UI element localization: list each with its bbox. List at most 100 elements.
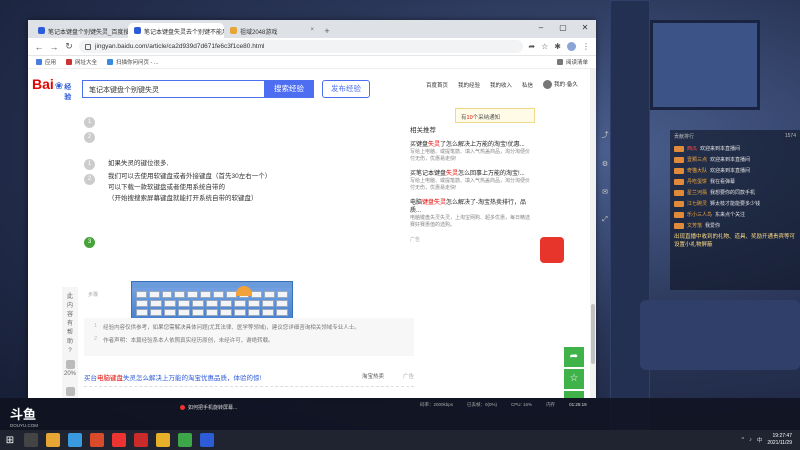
tray-chevron-icon[interactable]: ^ — [741, 437, 744, 443]
ad-source: 淘宝热卖 — [361, 374, 384, 380]
source-label: 步骤 — [88, 292, 99, 298]
step-text: 我们可以去使用软键盘或者外接键盘（首先30左右一个） — [108, 173, 272, 180]
star-icon[interactable]: ☆ — [541, 42, 548, 51]
favorite-star-icon[interactable]: ☆ — [564, 369, 584, 389]
sunset-graphic — [236, 286, 252, 296]
close-window-icon[interactable]: ✕ — [574, 20, 596, 36]
share-icon[interactable]: ⤴ — [598, 130, 612, 140]
red-envelope-icon[interactable] — [540, 237, 564, 263]
share-icon[interactable]: ➦ — [528, 42, 535, 51]
search-input[interactable]: 笔记本键盘个别键失灵 — [82, 80, 264, 98]
stream-footer: 斗鱼 DOUYU.COM — [0, 398, 800, 430]
related-item[interactable]: 电脑键盘失灵怎么解决了-淘宝热卖排行，品质... 电脑键盘失灵失灵，上淘宝网购、… — [410, 199, 530, 229]
wallpaper-window — [650, 20, 760, 110]
chat-message: 西瓜 欢迎来到本直播间 — [670, 143, 800, 154]
step-text: 如果失灵的键位很多, — [108, 160, 169, 167]
chat-message: 丹吃蛋饼 我在看弹幕 — [670, 176, 800, 187]
chrome-icon[interactable] — [68, 433, 82, 447]
clock[interactable]: 19:27:47 2021/11/29 — [767, 433, 792, 447]
address-bar[interactable]: jingyan.baidu.com/article/ca2d939d7d671f… — [79, 40, 524, 53]
bookmark-apps[interactable]: 应用 — [36, 58, 56, 66]
floating-actions: ➦ ☆ ︿ — [564, 347, 584, 398]
chat-message: 江七碗灵 狮太枝才能能要多少钱 — [670, 198, 800, 209]
baidu-jingyan-logo[interactable]: Bai ❀ 经验 — [32, 76, 74, 102]
user-menu[interactable]: 我的·备久 — [543, 80, 578, 90]
settings-icon[interactable]: ⚙ — [598, 160, 612, 168]
level-badge — [674, 178, 684, 185]
step-number: 1 — [84, 117, 95, 128]
share-arrow-icon[interactable]: ➦ — [564, 347, 584, 367]
netease-music-icon[interactable] — [134, 433, 148, 447]
key-row — [136, 309, 288, 316]
window-controls: – ▢ ✕ — [530, 20, 596, 36]
app-icon[interactable] — [90, 433, 104, 447]
tab-label: 笔记本键盘个别键失灵_百度搜索 — [48, 30, 128, 36]
chat-message: 星兰河翡 我想要你的同款手机 — [670, 187, 800, 198]
ad-label: 广告 — [402, 374, 414, 380]
profile-avatar[interactable] — [567, 42, 576, 51]
reading-list-icon — [556, 59, 563, 65]
search-button[interactable]: 搜索经验 — [264, 80, 314, 98]
reload-icon[interactable]: ↻ — [64, 41, 74, 52]
stream-notification[interactable]: 如何把手机旋转屏幕... — [180, 402, 280, 412]
reading-list[interactable]: 阅读清单 — [556, 58, 588, 66]
nav-my-income[interactable]: 我的收入 — [490, 81, 512, 89]
note-item: 1 经验内容仅供参考，如果您需解决具体问题(尤其法律、医学等领域)，建议您详细咨询… — [94, 323, 360, 331]
bookmark-hao[interactable]: 网址大全 — [66, 58, 97, 66]
windows-start-icon[interactable]: ⊞ — [0, 435, 20, 446]
tab-game[interactable]: 祖域2048游戏 × — [224, 23, 320, 38]
publish-button[interactable]: 发布经验 — [322, 80, 370, 98]
wechat-icon[interactable] — [178, 433, 192, 447]
key-row — [136, 291, 288, 298]
jingyan-page: Bai ❀ 经验 笔记本键盘个别键失灵 搜索经验 发布经验 百度首页 我的经验 我的… — [28, 69, 596, 398]
close-icon[interactable]: × — [310, 27, 314, 38]
article-content: 1 2 1 2 3 如果失灵的键位很多, 我们可以去使用软键盘或者外接键盘（首先… — [84, 117, 384, 347]
search-taskbar-icon[interactable] — [24, 433, 38, 447]
ime-indicator[interactable]: 中 — [757, 436, 763, 444]
level-badge — [674, 200, 684, 207]
chat-message: 文芳落 我爱你 — [670, 220, 800, 231]
avatar — [543, 80, 553, 90]
fullscreen-icon[interactable]: ⤢ — [598, 216, 612, 224]
stream-chat-panel: 贡献排行 1574 西瓜 欢迎来到本直播间 壹颗三点 欢迎来到本直播间 奇猫大队 欢迎… — [670, 130, 800, 290]
douyu-icon[interactable] — [112, 433, 126, 447]
nav-messages[interactable]: 私信 — [522, 81, 533, 89]
volume-icon[interactable]: ♪ — [749, 437, 752, 443]
bookmark-scan[interactable]: 扫描你问问页 - ... — [107, 58, 159, 66]
vote-count: 20% — [63, 371, 76, 377]
tab-search[interactable]: 笔记本键盘个别键失灵_百度搜索 × — [32, 23, 128, 38]
ad-link[interactable]: 买台电脑键盘失灵怎么解决上万能的淘宝优惠品质，体验的惊! 淘宝热卖 广告 — [84, 372, 414, 387]
bookmarks-bar: 应用 网址大全 扫描你问问页 - ... 阅读清单 — [28, 56, 596, 69]
app-icon[interactable] — [200, 433, 214, 447]
notification-popup[interactable]: 有10个采纳通知 — [455, 108, 535, 123]
nav-my-jingyan[interactable]: 我的经验 — [458, 81, 480, 89]
file-explorer-icon[interactable] — [46, 433, 60, 447]
step-number: 2 — [84, 132, 95, 143]
scrollbar-thumb[interactable] — [591, 304, 595, 364]
sidebar-ad-label: 广告 — [410, 237, 421, 243]
helpful-vote-panel: 此 内 容 有 帮 助 ? 20% — [62, 287, 78, 398]
new-tab-button[interactable]: + — [320, 26, 334, 38]
douyu-logo: 斗鱼 DOUYU.COM — [10, 407, 38, 428]
tab-article[interactable]: 笔记本键盘失灵去个别键不能用... × — [128, 23, 224, 38]
menu-icon[interactable]: ⋮ — [582, 42, 590, 51]
extensions-icon[interactable]: ✱ — [554, 42, 561, 51]
back-to-top-icon[interactable]: ︿ — [564, 391, 584, 398]
forward-icon[interactable]: → — [49, 42, 59, 52]
thumbs-up-icon[interactable] — [65, 360, 75, 369]
top-nav: 百度首页 我的经验 我的收入 私信 我的·备久 — [426, 80, 578, 90]
thumbs-down-icon[interactable] — [65, 387, 75, 396]
minimize-icon[interactable]: – — [530, 20, 552, 36]
browser-toolbar: ← → ↻ jingyan.baidu.com/article/ca2d939d… — [28, 38, 596, 56]
folder-icon[interactable] — [156, 433, 170, 447]
nav-baidu-home[interactable]: 百度首页 — [426, 81, 448, 89]
back-icon[interactable]: ← — [34, 42, 44, 52]
step-number-active: 3 — [84, 237, 95, 248]
maximize-icon[interactable]: ▢ — [552, 20, 574, 36]
level-badge — [674, 145, 684, 152]
url-text: jingyan.baidu.com/article/ca2d939d7d671f… — [95, 43, 265, 50]
chat-icon[interactable]: ✉ — [598, 188, 612, 196]
related-item[interactable]: 买笔记本键盘失灵怎么回事上万能的淘宝!... 写给上电脑、或提笔筋、填入气热盖商… — [410, 170, 530, 192]
related-item[interactable]: 买键盘失灵了怎么解决上万能的淘宝!优惠... 写给上电脑、或提笔筋、填入气热盖商… — [410, 141, 530, 163]
page-scrollbar[interactable] — [590, 69, 596, 398]
